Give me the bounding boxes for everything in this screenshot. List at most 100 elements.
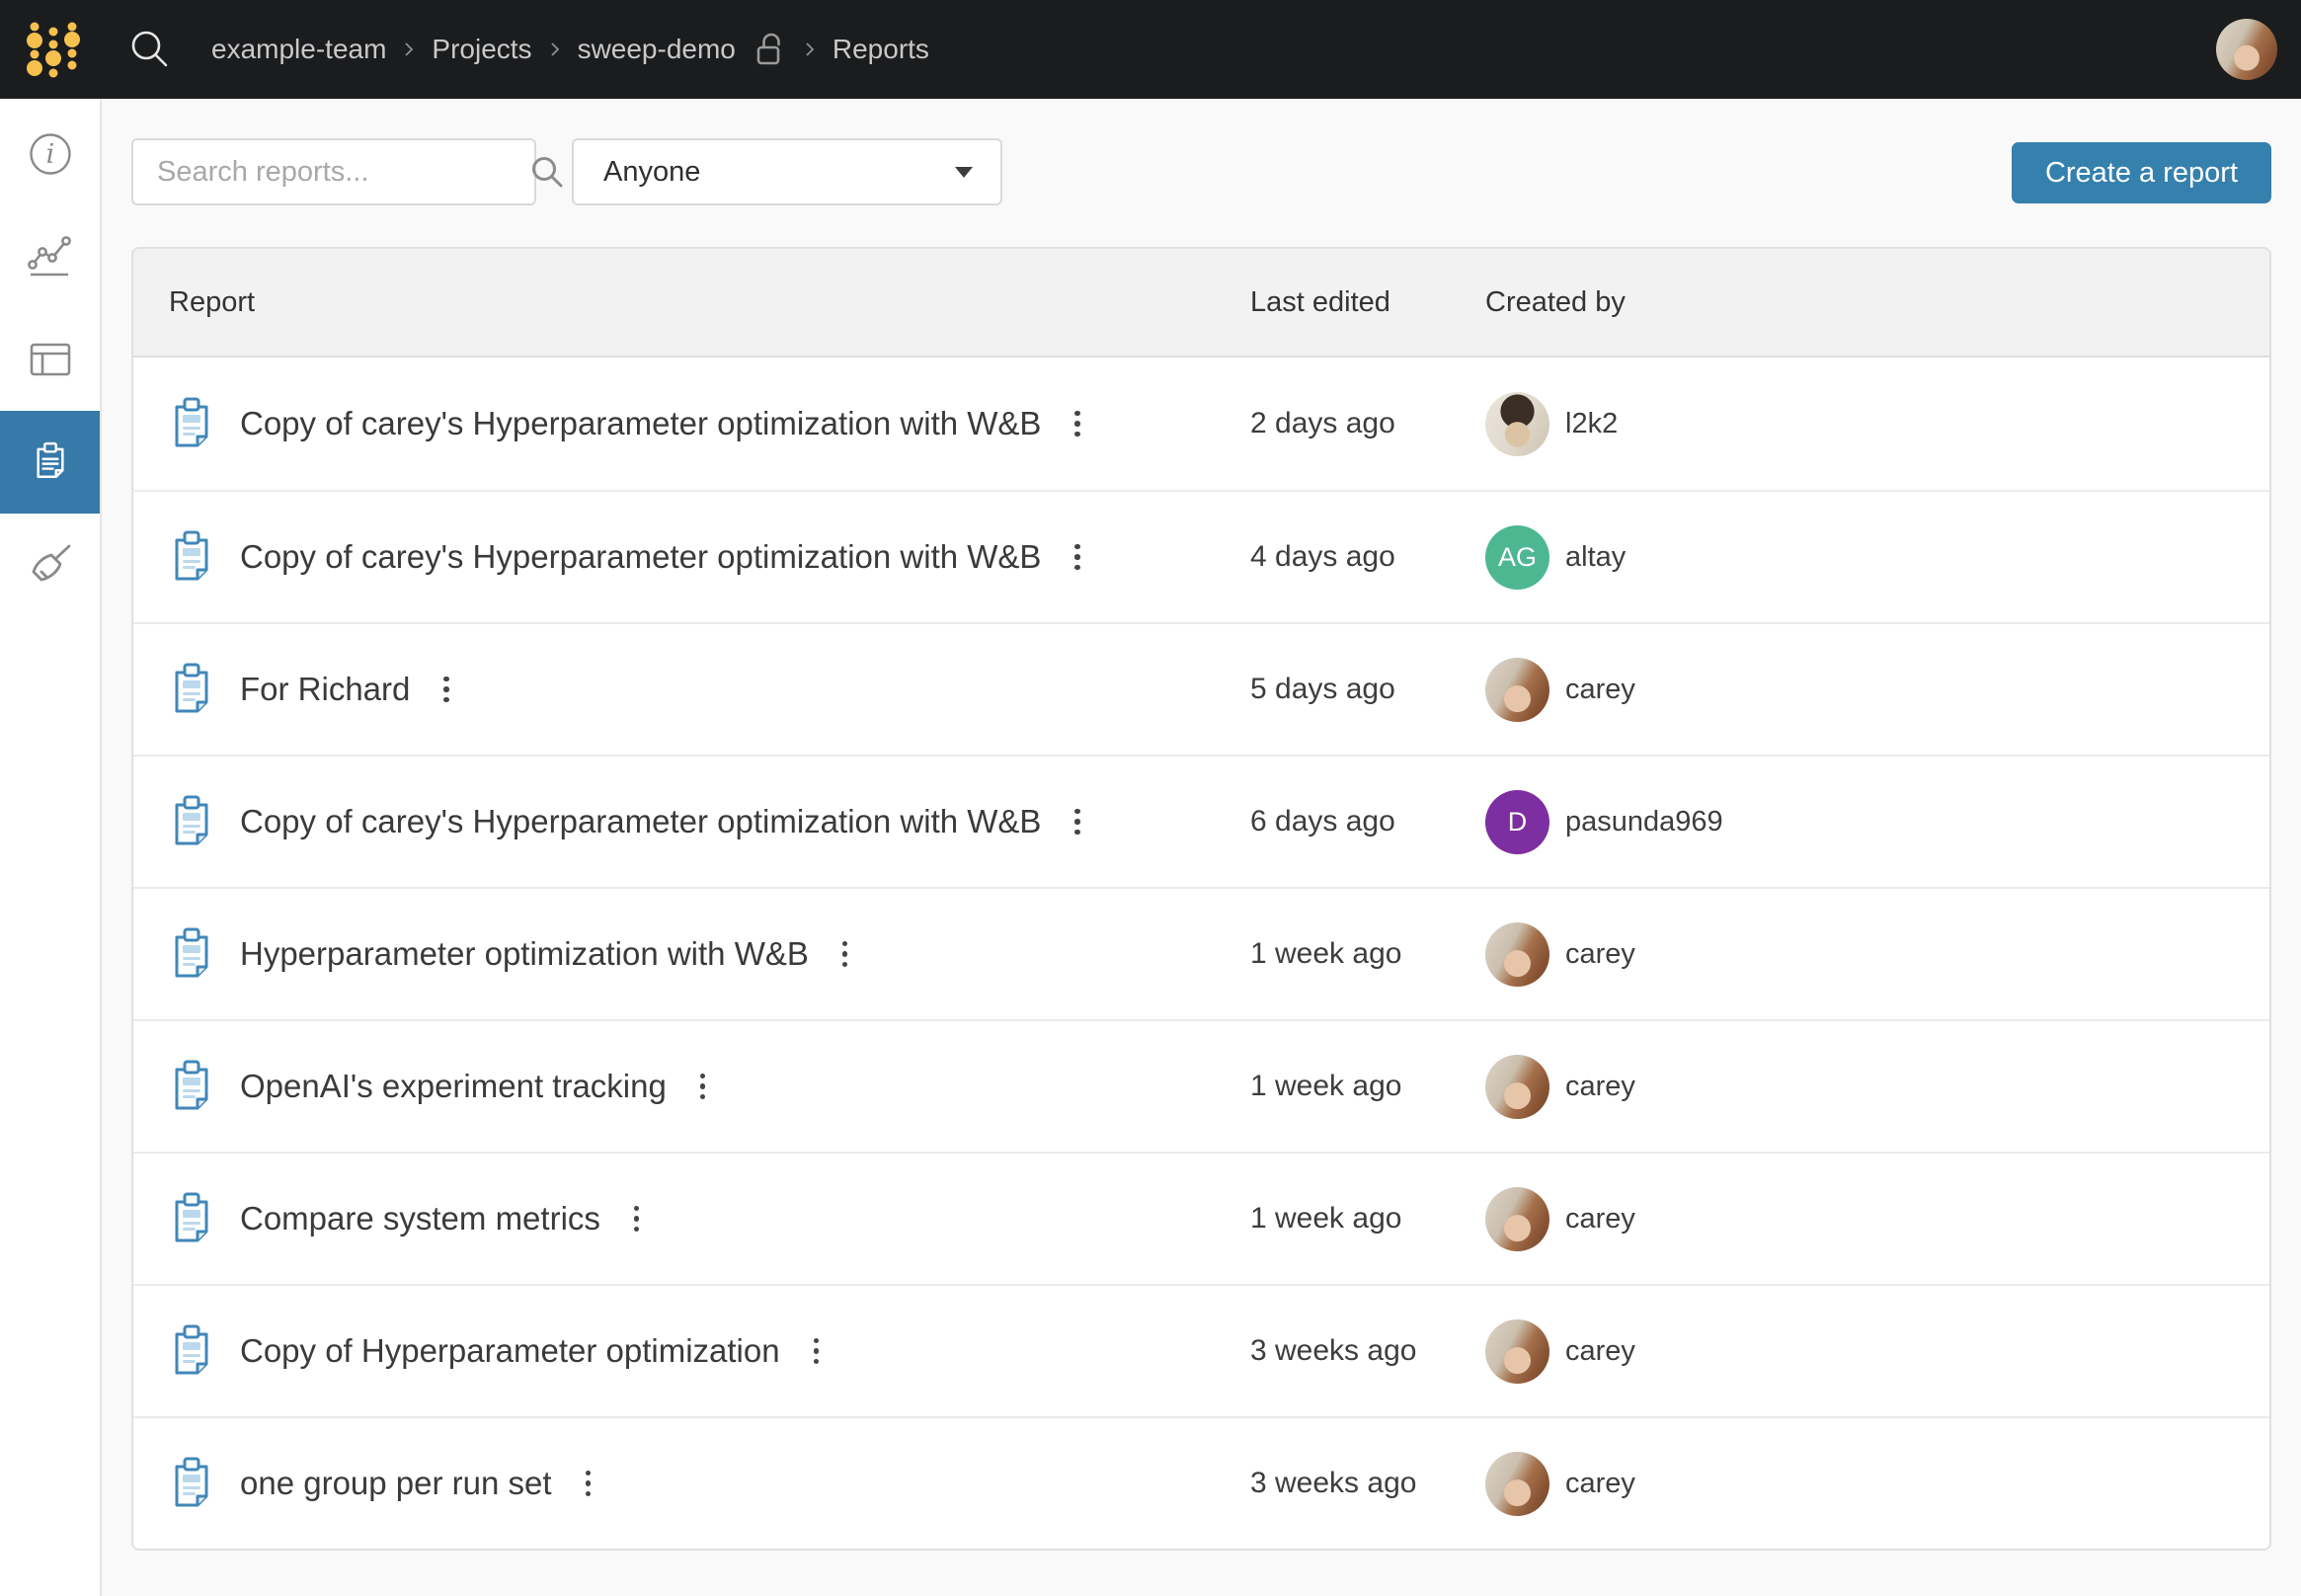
report-title[interactable]: For Richard [240, 671, 410, 708]
row-menu-kebab-icon[interactable] [836, 935, 854, 974]
creator-cell: carey [1485, 922, 2234, 987]
report-row[interactable]: Copy of carey's Hyperparameter optimizat… [133, 358, 2269, 490]
topbar: example-team Projects sweep-demo Reports [0, 0, 2301, 99]
breadcrumb-page[interactable]: Reports [833, 34, 929, 65]
row-menu-kebab-icon[interactable] [694, 1068, 712, 1106]
creator-avatar[interactable] [1485, 658, 1549, 722]
chevron-right-icon [805, 41, 815, 57]
sweeps-broom-icon [28, 542, 73, 588]
row-menu-kebab-icon[interactable] [1069, 803, 1086, 841]
user-avatar[interactable] [2216, 19, 2277, 80]
report-title[interactable]: Hyperparameter optimization with W&B [240, 935, 809, 973]
search-icon[interactable] [529, 154, 565, 190]
creator-name[interactable]: carey [1565, 938, 1635, 971]
table-icon [28, 337, 73, 382]
svg-text:i: i [45, 139, 54, 170]
creator-avatar[interactable] [1485, 1055, 1549, 1119]
creator-avatar[interactable]: D [1485, 790, 1549, 854]
column-header-last-edited: Last edited [1250, 286, 1485, 319]
last-edited: 4 days ago [1250, 540, 1485, 574]
report-clipboard-icon [169, 925, 214, 983]
row-menu-kebab-icon[interactable] [580, 1465, 597, 1503]
row-menu-kebab-icon[interactable] [1069, 538, 1086, 577]
creator-cell: carey [1485, 1055, 2234, 1119]
report-clipboard-icon [169, 661, 214, 718]
reports-table: Report Last edited Created by Copy of ca… [131, 247, 2271, 1551]
creator-name[interactable]: carey [1565, 1071, 1635, 1103]
creator-filter-value: Anyone [603, 156, 700, 189]
report-title[interactable]: Copy of carey's Hyperparameter optimizat… [240, 405, 1041, 442]
last-edited: 2 days ago [1250, 407, 1485, 440]
creator-name[interactable]: carey [1565, 674, 1635, 706]
report-title[interactable]: Copy of carey's Hyperparameter optimizat… [240, 538, 1041, 576]
report-row[interactable]: For Richard 5 days ago carey [133, 622, 2269, 755]
creator-avatar[interactable] [1485, 922, 1549, 987]
creator-avatar[interactable] [1485, 1187, 1549, 1251]
report-table-body: Copy of carey's Hyperparameter optimizat… [133, 358, 2269, 1549]
create-report-button[interactable]: Create a report [2012, 142, 2271, 203]
sidebar-item-charts[interactable] [0, 205, 100, 308]
report-row[interactable]: Compare system metrics 1 week ago carey [133, 1152, 2269, 1284]
report-row[interactable]: OpenAI's experiment tracking 1 week ago … [133, 1019, 2269, 1152]
report-title-cell: Compare system metrics [169, 1190, 1250, 1247]
report-title[interactable]: OpenAI's experiment tracking [240, 1068, 667, 1105]
chevron-right-icon [404, 41, 414, 57]
creator-name[interactable]: carey [1565, 1335, 1635, 1368]
report-title[interactable]: Copy of carey's Hyperparameter optimizat… [240, 803, 1041, 840]
wandb-logo[interactable] [26, 18, 81, 81]
search-icon[interactable] [128, 28, 172, 71]
report-title-cell: Copy of carey's Hyperparameter optimizat… [169, 793, 1250, 850]
unlock-icon[interactable] [755, 32, 787, 67]
sidebar-item-table[interactable] [0, 308, 100, 411]
creator-avatar[interactable] [1485, 1319, 1549, 1384]
report-search-input[interactable] [157, 156, 529, 189]
creator-name[interactable]: l2k2 [1565, 408, 1618, 440]
last-edited: 1 week ago [1250, 1070, 1485, 1103]
report-clipboard-icon [169, 793, 214, 850]
report-row[interactable]: Copy of carey's Hyperparameter optimizat… [133, 755, 2269, 887]
creator-avatar[interactable] [1485, 1452, 1549, 1516]
creator-name[interactable]: carey [1565, 1468, 1635, 1500]
row-menu-kebab-icon[interactable] [628, 1200, 646, 1238]
report-clipboard-icon [169, 395, 214, 452]
chevron-down-icon [955, 167, 973, 178]
creator-name[interactable]: pasunda969 [1565, 806, 1723, 838]
last-edited: 5 days ago [1250, 673, 1485, 706]
breadcrumb-project[interactable]: sweep-demo [578, 34, 736, 65]
report-row[interactable]: Hyperparameter optimization with W&B 1 w… [133, 887, 2269, 1019]
breadcrumb-projects[interactable]: Projects [432, 34, 531, 65]
report-clipboard-icon [169, 528, 214, 586]
info-icon: i [28, 131, 73, 177]
breadcrumb-team[interactable]: example-team [211, 34, 386, 65]
report-clipboard-icon [169, 1190, 214, 1247]
sidebar-item-reports[interactable] [0, 411, 100, 514]
sidebar-item-sweeps[interactable] [0, 514, 100, 616]
creator-name[interactable]: carey [1565, 1203, 1635, 1236]
report-title[interactable]: Copy of Hyperparameter optimization [240, 1332, 780, 1370]
reports-icon [28, 439, 73, 485]
report-row[interactable]: Copy of carey's Hyperparameter optimizat… [133, 490, 2269, 622]
report-title[interactable]: one group per run set [240, 1465, 552, 1502]
last-edited: 1 week ago [1250, 1202, 1485, 1236]
report-row[interactable]: Copy of Hyperparameter optimization 3 we… [133, 1284, 2269, 1416]
line-chart-icon [28, 234, 73, 279]
creator-avatar[interactable]: AG [1485, 525, 1549, 590]
creator-cell: carey [1485, 658, 2234, 722]
sidebar-item-overview[interactable]: i [0, 103, 100, 205]
creator-filter-dropdown[interactable]: Anyone [572, 138, 1002, 205]
reports-toolbar: Anyone Create a report [131, 138, 2271, 205]
report-title[interactable]: Compare system metrics [240, 1200, 600, 1237]
report-title-cell: Hyperparameter optimization with W&B [169, 925, 1250, 983]
column-header-created-by: Created by [1485, 286, 2234, 319]
report-title-cell: For Richard [169, 661, 1250, 718]
row-menu-kebab-icon[interactable] [437, 671, 455, 709]
last-edited: 3 weeks ago [1250, 1334, 1485, 1368]
report-row[interactable]: one group per run set 3 weeks ago carey [133, 1416, 2269, 1549]
creator-cell: AG altay [1485, 525, 2234, 590]
creator-avatar[interactable] [1485, 392, 1549, 456]
last-edited: 1 week ago [1250, 937, 1485, 971]
row-menu-kebab-icon[interactable] [1069, 405, 1086, 443]
report-title-cell: OpenAI's experiment tracking [169, 1058, 1250, 1115]
row-menu-kebab-icon[interactable] [808, 1332, 826, 1371]
creator-name[interactable]: altay [1565, 541, 1626, 574]
